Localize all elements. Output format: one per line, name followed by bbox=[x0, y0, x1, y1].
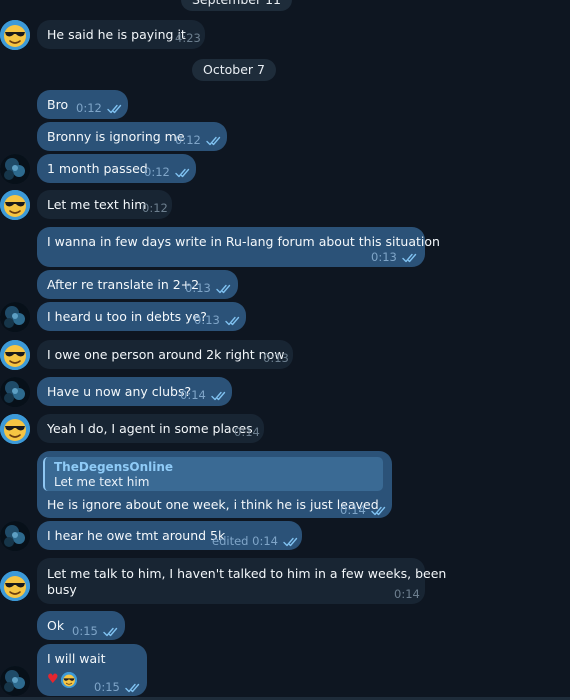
message-status: 0:14 bbox=[340, 502, 389, 519]
message-time: 0:12 bbox=[175, 133, 201, 147]
message-status: 0:15 bbox=[94, 679, 143, 696]
message-text: Let me text him bbox=[47, 197, 147, 212]
message-text: Bro bbox=[47, 97, 69, 112]
message-bubble[interactable]: Have u now any clubs? 0:14 bbox=[37, 377, 232, 406]
double-check-icon bbox=[175, 168, 193, 178]
emoji-user-avatar[interactable] bbox=[0, 190, 30, 220]
message-bubble[interactable]: I hear he owe tmt around 5k edited 0:14 bbox=[37, 521, 302, 550]
message-status: 0:15 bbox=[72, 623, 121, 640]
double-check-icon bbox=[125, 683, 143, 693]
double-check-icon bbox=[402, 253, 420, 263]
message-bubble[interactable]: He said he is paying it 4:23 bbox=[37, 20, 205, 49]
emoji-user-avatar[interactable] bbox=[0, 414, 30, 444]
message-text: Yeah I do, I agent in some places bbox=[47, 421, 253, 436]
message-bubble[interactable]: I owe one person around 2k right now 0:1… bbox=[37, 340, 293, 369]
reactor-avatar bbox=[60, 672, 77, 688]
message-time: 0:13 bbox=[185, 281, 211, 295]
message-status: 0:13 bbox=[185, 280, 234, 297]
edited-label: edited bbox=[212, 534, 249, 548]
message-time: 0:15 bbox=[72, 624, 98, 638]
dark-user-avatar[interactable] bbox=[0, 521, 30, 551]
message-bubble[interactable]: After re translate in 2+2 0:13 bbox=[37, 270, 238, 299]
double-check-icon bbox=[225, 316, 243, 326]
message-time: 0:13 bbox=[371, 250, 397, 264]
message-time: 0:13 bbox=[263, 351, 289, 365]
dark-user-avatar[interactable] bbox=[0, 666, 30, 696]
date-separator: September 11 bbox=[181, 0, 292, 11]
message-bubble[interactable]: Yeah I do, I agent in some places 0:14 bbox=[37, 414, 264, 443]
message-text: 1 month passed bbox=[47, 161, 148, 176]
message-text: He said he is paying it bbox=[47, 27, 186, 42]
message-text: I owe one person around 2k right now bbox=[47, 347, 285, 362]
double-check-icon bbox=[283, 537, 301, 547]
double-check-icon bbox=[103, 627, 121, 637]
message-time: 0:14 bbox=[394, 587, 420, 601]
emoji-user-avatar[interactable] bbox=[0, 20, 30, 50]
message-time: 0:14 bbox=[234, 425, 260, 439]
message-status: 0:12 bbox=[76, 100, 125, 117]
message-text-line-2: busy bbox=[47, 582, 77, 597]
message-text: I hear he owe tmt around 5k bbox=[47, 528, 226, 543]
message-bubble[interactable]: Bronny is ignoring me 0:12 bbox=[37, 122, 227, 151]
message-text: After re translate in 2+2 bbox=[47, 277, 200, 292]
message-time: 0:12 bbox=[144, 165, 170, 179]
message-time: 4:23 bbox=[175, 31, 201, 45]
message-time: 0:14 bbox=[180, 388, 206, 402]
message-time: 0:12 bbox=[76, 101, 102, 115]
reply-text: Let me text him bbox=[54, 475, 150, 489]
message-status: 0:12 bbox=[175, 132, 224, 149]
message-status: 0:13 bbox=[371, 249, 420, 266]
message-bubble[interactable]: I will wait ♥ 0:15 bbox=[37, 644, 147, 696]
double-check-icon bbox=[371, 506, 389, 516]
red-heart-icon[interactable]: ♥ bbox=[47, 672, 59, 688]
message-bubble[interactable]: I heard u too in debts ye? 0:13 bbox=[37, 302, 246, 331]
emoji-user-avatar[interactable] bbox=[0, 571, 30, 601]
message-status: edited 0:14 bbox=[212, 533, 301, 550]
message-text: He is ignore about one week, i think he … bbox=[47, 497, 379, 512]
message-text: Ok bbox=[47, 618, 65, 633]
reply-quote[interactable]: TheDegensOnline Let me text him bbox=[43, 457, 383, 491]
message-text: I wanna in few days write in Ru-lang for… bbox=[47, 234, 440, 249]
message-bubble[interactable]: Ok 0:15 bbox=[37, 611, 125, 640]
message-time: 0:12 bbox=[142, 201, 168, 215]
emoji-user-avatar[interactable] bbox=[0, 340, 30, 370]
message-bubble[interactable]: Let me text him 0:12 bbox=[37, 190, 172, 219]
double-check-icon bbox=[206, 136, 224, 146]
message-status: 0:13 bbox=[194, 312, 243, 329]
message-text: I will wait bbox=[47, 651, 106, 666]
message-time: 0:15 bbox=[94, 680, 120, 694]
message-text: Bronny is ignoring me bbox=[47, 129, 185, 144]
message-reactions[interactable]: ♥ bbox=[47, 672, 77, 688]
dark-user-avatar[interactable] bbox=[0, 302, 30, 332]
message-bubble[interactable]: Let me talk to him, I haven't talked to … bbox=[37, 558, 446, 604]
double-check-icon bbox=[216, 284, 234, 294]
message-status: 0:12 bbox=[144, 164, 193, 181]
message-text: I heard u too in debts ye? bbox=[47, 309, 207, 324]
message-text: Have u now any clubs? bbox=[47, 384, 192, 399]
message-bubble[interactable]: TheDegensOnline Let me text him He is ig… bbox=[37, 451, 392, 518]
message-time: 0:13 bbox=[194, 313, 220, 327]
message-bubble[interactable]: I wanna in few days write in Ru-lang for… bbox=[37, 227, 440, 267]
message-text-line-1: Let me talk to him, I haven't talked to … bbox=[47, 566, 447, 581]
chat-history[interactable]: September 11 He said he is paying it 4:2… bbox=[0, 0, 570, 700]
double-check-icon bbox=[211, 391, 229, 401]
dark-user-avatar[interactable] bbox=[0, 154, 30, 184]
message-time: 0:14 bbox=[340, 503, 366, 517]
message-time: 0:14 bbox=[252, 534, 278, 548]
dark-user-avatar[interactable] bbox=[0, 377, 30, 407]
date-separator: October 7 bbox=[192, 59, 276, 81]
message-status: 0:14 bbox=[180, 387, 229, 404]
message-bubble[interactable]: 1 month passed 0:12 bbox=[37, 154, 196, 183]
message-bubble[interactable]: Bro 0:12 bbox=[37, 90, 128, 119]
double-check-icon bbox=[107, 104, 125, 114]
